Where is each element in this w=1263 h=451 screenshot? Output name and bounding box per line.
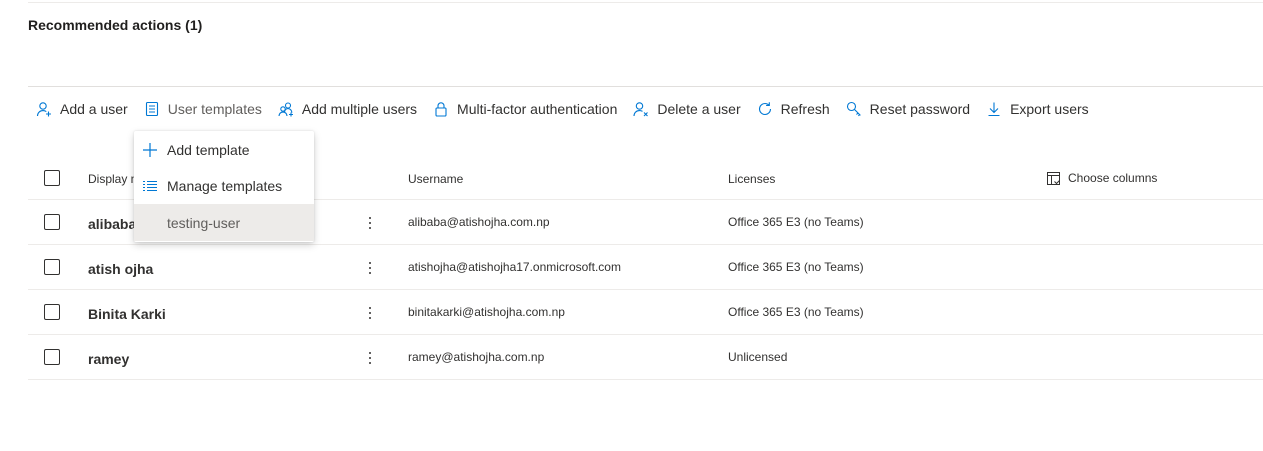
- manage-templates-menu-item[interactable]: Manage templates: [134, 168, 314, 204]
- reset-password-button[interactable]: Reset password: [838, 96, 978, 122]
- more-actions-icon[interactable]: [362, 213, 378, 233]
- row-checkbox[interactable]: [44, 304, 60, 320]
- add-user-button[interactable]: Add a user: [28, 96, 136, 122]
- licenses-column-header[interactable]: Licenses: [728, 172, 775, 186]
- export-users-button[interactable]: Export users: [978, 96, 1097, 122]
- download-icon: [986, 101, 1002, 117]
- user-username: alibaba@atishojha.com.np: [408, 215, 550, 229]
- user-display-name[interactable]: Binita Karki: [88, 306, 166, 322]
- key-icon: [846, 101, 862, 117]
- command-bar-divider: [28, 86, 1263, 87]
- reset-password-label: Reset password: [869, 101, 971, 117]
- multi-factor-authentication-button[interactable]: Multi-factor authentication: [425, 96, 625, 122]
- add-multiple-users-button[interactable]: Add multiple users: [270, 96, 425, 122]
- user-licenses: Office 365 E3 (no Teams): [728, 215, 864, 229]
- table-row[interactable]: Binita Karki binitakarki@atishojha.com.n…: [28, 290, 1263, 335]
- more-actions-icon[interactable]: [362, 348, 378, 368]
- refresh-icon: [757, 101, 773, 117]
- user-display-name[interactable]: ramey: [88, 351, 129, 367]
- add-user-icon: [36, 101, 52, 117]
- user-username: ramey@atishojha.com.np: [408, 350, 545, 364]
- user-licenses: Unlicensed: [728, 350, 788, 364]
- row-checkbox[interactable]: [44, 214, 60, 230]
- select-all-checkbox[interactable]: [44, 170, 60, 186]
- user-username: binitakarki@atishojha.com.np: [408, 305, 565, 319]
- add-user-label: Add a user: [60, 101, 128, 117]
- user-templates-button[interactable]: User templates: [136, 96, 270, 122]
- template-icon: [144, 101, 160, 117]
- user-templates-menu: Add template Manage templates testing-us…: [134, 131, 314, 242]
- row-checkbox[interactable]: [44, 349, 60, 365]
- recommended-actions-heading[interactable]: Recommended actions (1): [28, 17, 202, 33]
- row-checkbox[interactable]: [44, 259, 60, 275]
- add-template-menu-item[interactable]: Add template: [134, 132, 314, 168]
- multi-factor-authentication-label: Multi-factor authentication: [457, 101, 618, 117]
- multiple-users-icon: [278, 101, 294, 117]
- user-templates-label: User templates: [167, 101, 262, 117]
- more-actions-icon[interactable]: [362, 258, 378, 278]
- user-username: atishojha@atishojha17.onmicrosoft.com: [408, 260, 621, 274]
- manage-templates-label: Manage templates: [167, 178, 283, 194]
- add-multiple-users-label: Add multiple users: [301, 101, 418, 117]
- delete-user-button[interactable]: Delete a user: [625, 96, 748, 122]
- choose-columns-label: Choose columns: [1068, 171, 1158, 185]
- refresh-label: Refresh: [780, 101, 830, 117]
- user-display-name[interactable]: atish ojha: [88, 261, 153, 277]
- more-actions-icon[interactable]: [362, 303, 378, 323]
- lock-icon: [433, 101, 449, 117]
- table-row[interactable]: atish ojha atishojha@atishojha17.onmicro…: [28, 245, 1263, 290]
- user-display-name[interactable]: alibaba: [88, 216, 136, 232]
- user-licenses: Office 365 E3 (no Teams): [728, 305, 864, 319]
- export-users-label: Export users: [1010, 101, 1089, 117]
- top-divider: [28, 2, 1263, 3]
- plus-icon: [142, 142, 158, 158]
- username-column-header[interactable]: Username: [408, 172, 463, 186]
- list-icon: [142, 178, 158, 194]
- command-bar: Add a user User templates Add multiple u…: [28, 96, 1097, 122]
- user-licenses: Office 365 E3 (no Teams): [728, 260, 864, 274]
- choose-columns-icon: [1047, 171, 1060, 185]
- delete-user-label: Delete a user: [657, 101, 741, 117]
- refresh-button[interactable]: Refresh: [749, 96, 838, 122]
- template-item-testing-user[interactable]: testing-user: [134, 204, 314, 241]
- table-row[interactable]: ramey ramey@atishojha.com.np Unlicensed: [28, 335, 1263, 380]
- delete-user-icon: [633, 101, 649, 117]
- add-template-label: Add template: [167, 142, 250, 158]
- choose-columns-button[interactable]: Choose columns: [1047, 171, 1157, 185]
